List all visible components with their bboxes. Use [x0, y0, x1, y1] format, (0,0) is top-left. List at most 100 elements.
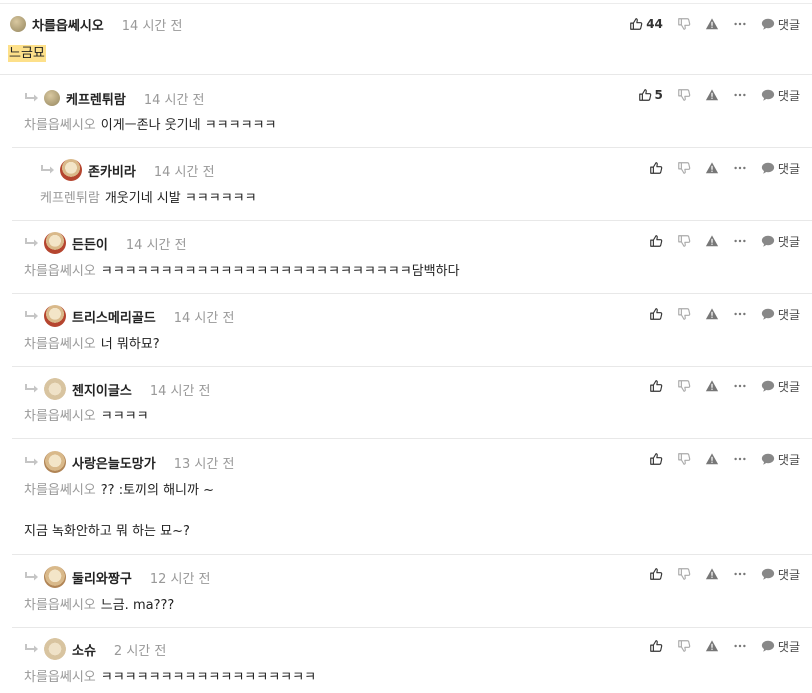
more-button[interactable] — [733, 379, 747, 393]
mention-tag[interactable]: 차를읍쎄시오 — [24, 409, 96, 424]
report-button[interactable] — [705, 452, 719, 466]
like-count: 44 — [646, 17, 663, 31]
report-button[interactable] — [705, 639, 719, 653]
reply-bubble-icon — [761, 639, 775, 653]
dislike-button[interactable] — [677, 88, 691, 102]
more-button[interactable] — [733, 307, 747, 321]
like-button[interactable]: 5 — [638, 88, 663, 102]
reply-button[interactable]: 댓글 — [761, 566, 800, 583]
comment-author[interactable]: 젠지이글스 — [72, 380, 132, 399]
report-button[interactable] — [705, 234, 719, 248]
user-avatar[interactable] — [44, 232, 66, 254]
user-avatar[interactable] — [44, 451, 66, 473]
comment-author[interactable]: 차를읍쎄시오 — [32, 15, 104, 34]
comment-text: 느금. ma??? — [100, 598, 175, 613]
mention-tag[interactable]: 차를읍쎄시오 — [24, 264, 96, 279]
dislike-button[interactable] — [677, 567, 691, 581]
dislike-button[interactable] — [677, 639, 691, 653]
comment-text: 개웃기네 시발 ㅋㅋㅋㅋㅋㅋ — [104, 191, 257, 206]
user-avatar[interactable] — [10, 16, 26, 32]
report-button[interactable] — [705, 567, 719, 581]
reply-bubble-icon — [761, 307, 775, 321]
dislike-button[interactable] — [677, 379, 691, 393]
user-avatar[interactable] — [44, 638, 66, 660]
mention-tag[interactable]: 차를읍쎄시오 — [24, 337, 96, 352]
thumbs-down-icon — [677, 639, 691, 653]
comment-body: 차를읍쎄시오 이게ㅡ존나 웃기네 ㅋㅋㅋㅋㅋㅋ — [24, 117, 276, 135]
report-button[interactable] — [705, 17, 719, 31]
dislike-button[interactable] — [677, 452, 691, 466]
more-button[interactable] — [733, 161, 747, 175]
comment-author[interactable]: 든든이 — [72, 234, 108, 253]
dislike-button[interactable] — [677, 307, 691, 321]
reply-button[interactable]: 댓글 — [761, 233, 800, 250]
reply-button[interactable]: 댓글 — [761, 378, 800, 395]
comment-body-line2: 지금 녹화안하고 뭐 하는 묘~? — [24, 523, 190, 541]
comment-author[interactable]: 케프렌튀람 — [66, 89, 126, 108]
like-button[interactable] — [649, 639, 663, 653]
like-button[interactable]: 44 — [629, 17, 663, 31]
comment-author[interactable]: 사랑은늘도망가 — [72, 453, 156, 472]
more-button[interactable] — [733, 17, 747, 31]
more-button[interactable] — [733, 88, 747, 102]
comment-divider — [12, 293, 812, 294]
user-avatar[interactable] — [44, 305, 66, 327]
comment-divider — [12, 438, 812, 439]
user-avatar[interactable] — [44, 90, 60, 106]
comment-time: 14 시간 전 — [173, 310, 235, 326]
reply-button[interactable]: 댓글 — [761, 160, 800, 177]
report-button[interactable] — [705, 379, 719, 393]
thumbs-up-icon — [649, 639, 663, 653]
comment-author[interactable]: 존카비라 — [88, 161, 136, 180]
user-avatar[interactable] — [44, 566, 66, 588]
reply-button[interactable]: 댓글 — [761, 306, 800, 323]
more-button[interactable] — [733, 639, 747, 653]
comment-author[interactable]: 트리스메리골드 — [72, 307, 156, 326]
thumbs-down-icon — [677, 234, 691, 248]
comment-text: 너 뭐하묘? — [100, 337, 160, 352]
report-button[interactable] — [705, 161, 719, 175]
reply-bubble-icon — [761, 452, 775, 466]
like-button[interactable] — [649, 307, 663, 321]
comment-text: ㅋㅋㅋㅋ — [100, 409, 149, 424]
user-avatar[interactable] — [44, 378, 66, 400]
mention-tag[interactable]: 차를읍쎄시오 — [24, 598, 96, 613]
comment-text: ㅋㅋㅋㅋㅋㅋㅋㅋㅋㅋㅋㅋㅋㅋㅋㅋㅋㅋㅋㅋㅋㅋㅋㅋㅋㅋ담백하다 — [100, 264, 460, 279]
reply-button[interactable]: 댓글 — [761, 87, 800, 104]
reply-button[interactable]: 댓글 — [761, 638, 800, 655]
mention-tag[interactable]: 차를읍쎄시오 — [24, 483, 96, 498]
report-warning-icon — [705, 567, 719, 581]
more-button[interactable] — [733, 452, 747, 466]
more-dots-icon — [733, 88, 747, 102]
report-warning-icon — [705, 452, 719, 466]
report-warning-icon — [705, 234, 719, 248]
like-button[interactable] — [649, 379, 663, 393]
mention-tag[interactable]: 케프렌튀람 — [40, 191, 100, 206]
report-button[interactable] — [705, 307, 719, 321]
more-button[interactable] — [733, 567, 747, 581]
more-button[interactable] — [733, 234, 747, 248]
thumbs-up-icon — [649, 452, 663, 466]
like-button[interactable] — [649, 452, 663, 466]
report-button[interactable] — [705, 88, 719, 102]
report-warning-icon — [705, 307, 719, 321]
dislike-button[interactable] — [677, 161, 691, 175]
thumbs-down-icon — [677, 567, 691, 581]
user-avatar[interactable] — [60, 159, 82, 181]
like-button[interactable] — [649, 161, 663, 175]
reply-bubble-icon — [761, 17, 775, 31]
dislike-button[interactable] — [677, 17, 691, 31]
comment-author[interactable]: 둘리와짱구 — [72, 568, 132, 587]
mention-tag[interactable]: 차를읍쎄시오 — [24, 670, 96, 685]
like-button[interactable] — [649, 567, 663, 581]
like-button[interactable] — [649, 234, 663, 248]
dislike-button[interactable] — [677, 234, 691, 248]
comment-time: 14 시간 전 — [143, 92, 205, 108]
comment-body: 차를읍쎄시오 ㅋㅋㅋㅋ — [24, 408, 149, 426]
thumbs-up-icon — [629, 17, 643, 31]
reply-button[interactable]: 댓글 — [761, 451, 800, 468]
comment-text: 이게ㅡ존나 웃기네 ㅋㅋㅋㅋㅋㅋ — [100, 118, 277, 133]
reply-button[interactable]: 댓글 — [761, 16, 800, 33]
comment-author[interactable]: 소슈 — [72, 640, 96, 659]
mention-tag[interactable]: 차를읍쎄시오 — [24, 118, 96, 133]
